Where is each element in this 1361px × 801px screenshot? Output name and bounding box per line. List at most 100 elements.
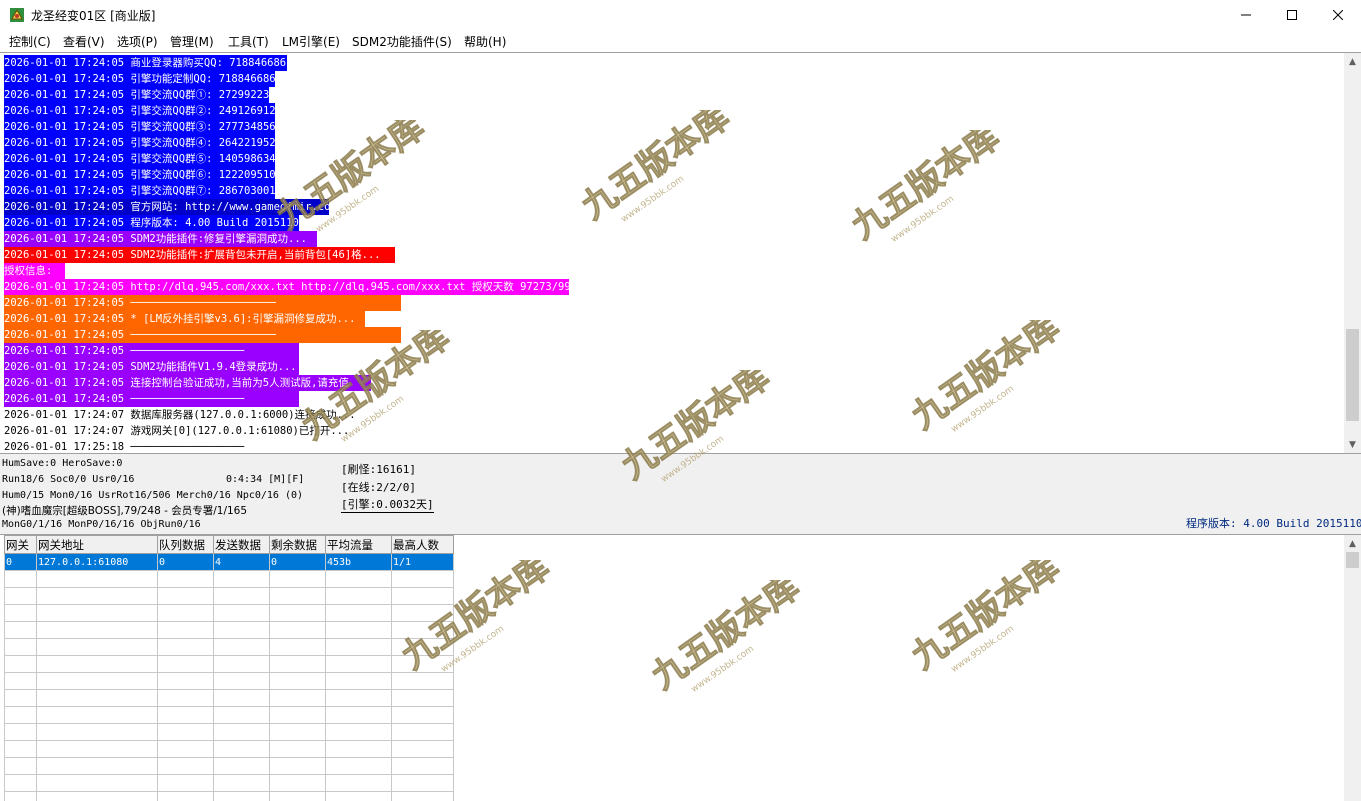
menu-manage[interactable]: 管理(M) [170,33,214,50]
scrollbar-thumb[interactable] [1346,329,1359,421]
gateway-table-header: 网关 网关地址 队列数据 发送数据 剩余数据 平均流量 最高人数 [4,535,454,554]
log-line: 2026-01-01 17:24:05 SDM2功能插件V1.9.4登录成功..… [4,359,299,375]
log-line: 2026-01-01 17:24:05 ────────────────── [4,391,299,407]
table-cell [36,689,158,707]
log-line: 2026-01-01 17:24:05 程序版本: 4.00 Build 201… [4,215,306,231]
table-cell [391,689,454,707]
table-cell [4,604,37,622]
column-header[interactable]: 剩余数据 [269,535,326,554]
log-line: 2026-01-01 17:24:05 引擎交流QQ群③: 277734856 [4,119,276,135]
table-cell [325,672,392,690]
table-cell [269,604,326,622]
status-hum-save: HumSave:0 HeroSave:0 [2,458,123,469]
log-scrollbar[interactable]: ▲ ▼ [1344,53,1361,453]
maximize-button[interactable] [1269,0,1315,30]
table-cell [391,672,454,690]
table-row-empty[interactable] [4,791,454,801]
table-row[interactable]: 0 127.0.0.1:61080 0 4 0 453b 1/1 [4,553,454,571]
table-cell [213,723,270,741]
close-button[interactable] [1315,0,1361,30]
table-cell [391,774,454,792]
menu-options[interactable]: 选项(P) [117,33,158,50]
column-header[interactable]: 队列数据 [157,535,214,554]
table-cell [4,689,37,707]
title-bar: 龙圣经变01区 [商业版] [0,0,1361,30]
table-row-empty[interactable] [4,655,454,673]
table-cell [325,655,392,673]
table-cell [36,791,158,801]
table-cell [325,570,392,588]
log-panel[interactable]: 2026-01-01 17:24:05 商业登录器购买QQ: 718846686… [0,52,1361,454]
grid-scrollbar[interactable]: ▲ [1344,535,1361,801]
table-row-empty[interactable] [4,740,454,758]
table-row-empty[interactable] [4,570,454,588]
table-cell [4,757,37,775]
table-cell [269,706,326,724]
table-cell [213,638,270,656]
table-cell [157,604,214,622]
scrollbar-thumb[interactable] [1346,552,1359,568]
status-online: [在线:2/2/0] [341,481,416,494]
table-cell: 0 [157,553,214,571]
log-line: 2026-01-01 17:24:05 官方网站: http://www.gam… [4,199,337,215]
column-header[interactable]: 平均流量 [325,535,392,554]
table-cell [325,689,392,707]
minimize-button[interactable] [1223,0,1269,30]
menu-view[interactable]: 查看(V) [63,33,105,50]
status-refresh: [刷怪:16161] [341,463,416,476]
table-cell [36,706,158,724]
menu-control[interactable]: 控制(C) [9,33,51,50]
column-header[interactable]: 网关地址 [36,535,158,554]
table-row-empty[interactable] [4,672,454,690]
table-cell [36,740,158,758]
table-row-empty[interactable] [4,621,454,639]
table-cell [36,621,158,639]
table-cell [269,723,326,741]
log-line: 2026-01-01 17:24:07 数据库服务器(127.0.0.1:600… [4,407,360,423]
table-cell [213,604,270,622]
table-cell [157,774,214,792]
table-row-empty[interactable] [4,723,454,741]
log-line: 2026-01-01 17:24:05 引擎交流QQ群①: 27299223 [4,87,270,103]
table-cell [157,706,214,724]
log-line: 授权信息: [4,263,65,279]
table-cell [213,621,270,639]
column-header[interactable]: 最高人数 [391,535,454,554]
scroll-up-icon[interactable]: ▲ [1344,535,1361,552]
table-cell [325,791,392,801]
table-cell [157,655,214,673]
table-row-empty[interactable] [4,757,454,775]
table-cell [157,740,214,758]
table-cell [269,672,326,690]
app-icon [10,8,24,22]
column-header[interactable]: 发送数据 [213,535,270,554]
table-cell [4,774,37,792]
log-line: 2026-01-01 17:24:05 http://dlq.945.com/x… [4,279,590,295]
table-cell [391,740,454,758]
table-row-empty[interactable] [4,604,454,622]
table-row-empty[interactable] [4,587,454,605]
table-cell [325,740,392,758]
table-cell [36,655,158,673]
table-row-empty[interactable] [4,774,454,792]
gateway-grid-panel[interactable]: 网关 网关地址 队列数据 发送数据 剩余数据 平均流量 最高人数 0 127.0… [0,534,1361,801]
table-row-empty[interactable] [4,689,454,707]
table-cell [4,791,37,801]
menu-tools[interactable]: 工具(T) [228,33,269,50]
table-cell [36,723,158,741]
column-header[interactable]: 网关 [4,535,37,554]
scroll-down-icon[interactable]: ▼ [1344,436,1361,453]
table-row-empty[interactable] [4,706,454,724]
menu-help[interactable]: 帮助(H) [464,33,506,50]
table-row-empty[interactable] [4,638,454,656]
menu-sdm2-plugin[interactable]: SDM2功能插件(S) [352,33,452,50]
log-line: 2026-01-01 17:24:05 商业登录器购买QQ: 718846686 [4,55,287,71]
menu-lm-engine[interactable]: LM引擎(E) [282,33,340,50]
scroll-up-icon[interactable]: ▲ [1344,53,1361,70]
log-line: 2026-01-01 17:24:05 * [LM反外挂引擎v3.6]:引擎漏洞… [4,311,365,327]
status-engine: [引擎:0.0032天] [341,498,434,513]
log-line: 2026-01-01 17:24:05 引擎交流QQ群⑥: 122209510 [4,167,276,183]
table-cell [269,638,326,656]
table-cell [325,723,392,741]
table-cell [325,587,392,605]
